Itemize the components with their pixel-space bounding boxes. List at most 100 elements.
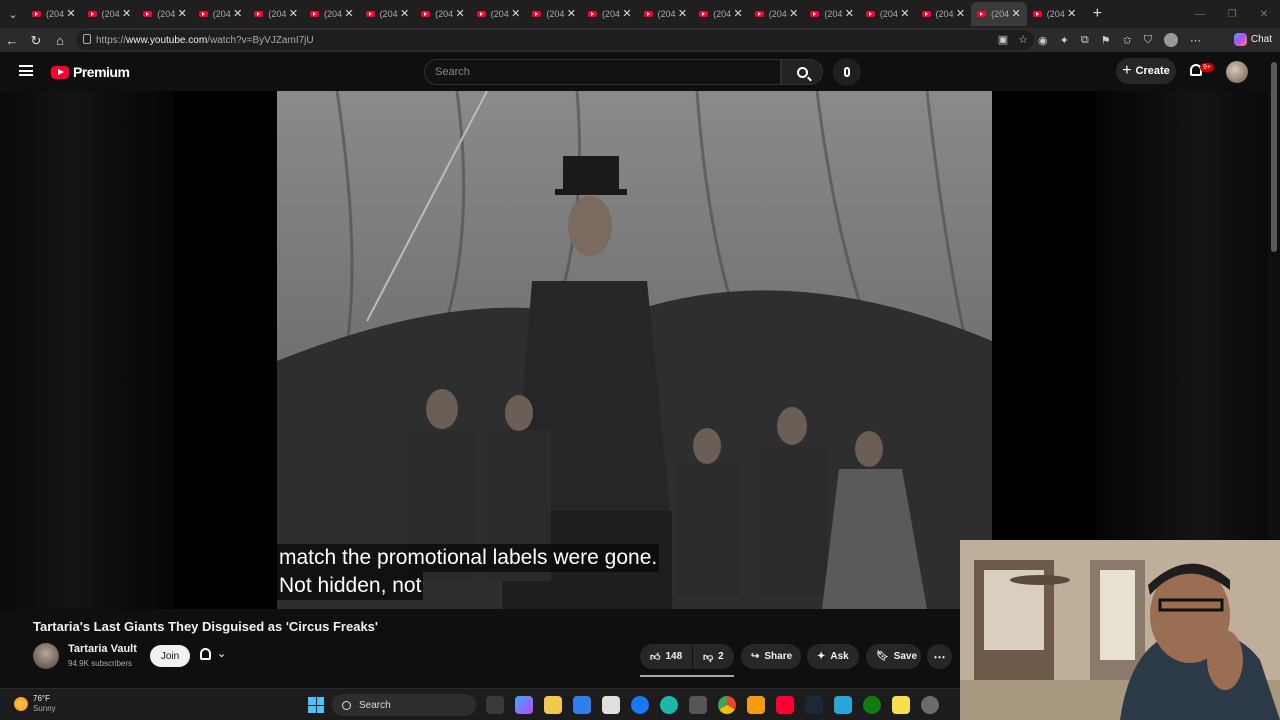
home-button[interactable]: ⌂ bbox=[48, 33, 72, 48]
close-tab-icon[interactable]: ✕ bbox=[122, 7, 131, 20]
caption-line-1: match the promotional labels were gone. bbox=[277, 544, 660, 572]
browser-tab[interactable]: (204 ✕ bbox=[860, 2, 916, 26]
close-tab-icon[interactable]: ✕ bbox=[734, 7, 743, 20]
close-tab-icon[interactable]: ✕ bbox=[1011, 7, 1020, 20]
url-field[interactable]: https://www.youtube.com/watch?v=ByVJZamI… bbox=[76, 30, 1034, 50]
close-tab-icon[interactable]: ✕ bbox=[178, 7, 187, 20]
browser-tab[interactable]: (204 ✕ bbox=[26, 2, 82, 26]
browser-tab[interactable]: (204 ✕ bbox=[248, 2, 304, 26]
browser-tab[interactable]: (204 ✕ bbox=[471, 2, 527, 26]
browser-tab[interactable]: (204 ✕ bbox=[82, 2, 138, 26]
back-button[interactable]: ← bbox=[0, 33, 24, 48]
browser-tab[interactable]: (204 ✕ bbox=[804, 2, 860, 26]
pin-icon[interactable]: ✦ bbox=[1060, 34, 1069, 47]
video-frame[interactable] bbox=[277, 91, 992, 609]
channel-name[interactable]: Tartaria Vault bbox=[68, 643, 137, 655]
split-screen-icon[interactable]: ▣ bbox=[998, 33, 1008, 46]
maximize-button[interactable]: ❐ bbox=[1216, 9, 1248, 20]
calculator-icon[interactable] bbox=[689, 696, 707, 714]
dislike-button[interactable]: 👎︎ 2 bbox=[693, 644, 734, 669]
close-tab-icon[interactable]: ✕ bbox=[567, 7, 576, 20]
extension-icon[interactable]: ◉ bbox=[1038, 34, 1048, 47]
close-tab-icon[interactable]: ✕ bbox=[233, 7, 242, 20]
youtube-favicon-icon bbox=[810, 11, 820, 17]
xbox-icon[interactable] bbox=[863, 696, 881, 714]
browser-tab[interactable]: (204 ✕ bbox=[415, 2, 471, 26]
browser-tab[interactable]: (204 ✕ bbox=[749, 2, 805, 26]
ask-button[interactable]: ✦ Ask bbox=[807, 644, 859, 669]
task-view-icon[interactable] bbox=[486, 696, 504, 714]
browser-tab[interactable]: (204 ✕ bbox=[916, 2, 972, 26]
youtube-logo[interactable]: Premium bbox=[51, 64, 130, 80]
more-actions-button[interactable]: ⋯ bbox=[927, 644, 952, 669]
browser-tab[interactable]: (204 ✕ bbox=[971, 2, 1027, 26]
windows-start-icon[interactable] bbox=[308, 697, 324, 713]
browser-tab[interactable]: (204 ✕ bbox=[193, 2, 249, 26]
youtube-app-icon[interactable] bbox=[776, 696, 794, 714]
taskbar-search[interactable]: Search bbox=[332, 694, 476, 716]
close-tab-icon[interactable]: ✕ bbox=[400, 7, 409, 20]
browser-tab[interactable]: (204 ✕ bbox=[693, 2, 749, 26]
favorites-icon[interactable]: ✩ bbox=[1123, 34, 1132, 47]
reload-button[interactable]: ↻ bbox=[24, 33, 48, 49]
join-button[interactable]: Join bbox=[150, 645, 190, 667]
edge-icon[interactable] bbox=[660, 696, 678, 714]
scrollbar-thumb[interactable] bbox=[1271, 62, 1277, 252]
profile-avatar[interactable] bbox=[1164, 33, 1179, 47]
close-tab-icon[interactable]: ✕ bbox=[66, 7, 75, 20]
browser-tab[interactable]: (204 ✕ bbox=[360, 2, 416, 26]
browser-tab[interactable]: (204 ✕ bbox=[1027, 2, 1083, 26]
close-tab-icon[interactable]: ✕ bbox=[956, 7, 965, 20]
close-tab-icon[interactable]: ✕ bbox=[622, 7, 631, 20]
menu-icon[interactable] bbox=[19, 65, 33, 76]
close-tab-icon[interactable]: ✕ bbox=[678, 7, 687, 20]
sticky-notes-icon[interactable] bbox=[892, 696, 910, 714]
facebook-icon[interactable] bbox=[631, 696, 649, 714]
search-button[interactable] bbox=[781, 59, 823, 85]
create-button[interactable]: + Create bbox=[1116, 58, 1176, 84]
chrome-icon[interactable] bbox=[718, 696, 736, 714]
weather-widget[interactable]: 76°F Sunny bbox=[14, 694, 56, 714]
plus-icon: + bbox=[1122, 62, 1132, 79]
browser-tab[interactable]: (204 ✕ bbox=[638, 2, 694, 26]
tab-list-chevron-icon[interactable]: ⌄ bbox=[0, 0, 26, 28]
copilot-chat-button[interactable]: Chat bbox=[1233, 33, 1272, 46]
settings-gear-icon[interactable] bbox=[921, 696, 939, 714]
steam-icon[interactable] bbox=[805, 696, 823, 714]
close-tab-icon[interactable]: ✕ bbox=[845, 7, 854, 20]
share-button[interactable]: ↪ Share bbox=[741, 644, 801, 669]
vlc-icon[interactable] bbox=[747, 696, 765, 714]
puzzle-icon[interactable]: ⧉ bbox=[1081, 34, 1089, 47]
store-icon[interactable] bbox=[573, 696, 591, 714]
account-avatar[interactable] bbox=[1226, 61, 1248, 83]
close-tab-icon[interactable]: ✕ bbox=[900, 7, 909, 20]
subscription-bell-button[interactable]: ⌄ bbox=[200, 647, 226, 660]
search-input[interactable]: Search bbox=[424, 59, 781, 85]
more-options-icon[interactable]: ⋯ bbox=[1190, 34, 1201, 47]
minimize-button[interactable]: — bbox=[1184, 9, 1216, 20]
voice-search-button[interactable] bbox=[833, 58, 861, 86]
browser-tab[interactable]: (204 ✕ bbox=[304, 2, 360, 26]
close-tab-icon[interactable]: ✕ bbox=[456, 7, 465, 20]
browser-tab[interactable]: (204 ✕ bbox=[137, 2, 193, 26]
browser-tab[interactable]: (204 ✕ bbox=[526, 2, 582, 26]
video-player[interactable]: match the promotional labels were gone. … bbox=[174, 91, 1096, 609]
close-tab-icon[interactable]: ✕ bbox=[1067, 7, 1076, 20]
favorite-star-icon[interactable]: ☆ bbox=[1018, 33, 1028, 46]
close-tab-icon[interactable]: ✕ bbox=[511, 7, 520, 20]
collections-icon[interactable]: ⚑ bbox=[1101, 34, 1111, 47]
close-tab-icon[interactable]: ✕ bbox=[344, 7, 353, 20]
channel-avatar[interactable] bbox=[33, 643, 59, 669]
like-button[interactable]: 👍︎ 148 bbox=[640, 644, 692, 669]
new-tab-button[interactable]: + bbox=[1082, 5, 1112, 23]
app-icon[interactable] bbox=[834, 696, 852, 714]
copilot-app-icon[interactable] bbox=[515, 696, 533, 714]
shield-icon[interactable]: ⛉ bbox=[1144, 34, 1152, 47]
close-window-button[interactable]: ✕ bbox=[1248, 9, 1280, 20]
close-tab-icon[interactable]: ✕ bbox=[789, 7, 798, 20]
close-tab-icon[interactable]: ✕ bbox=[289, 7, 298, 20]
file-explorer-icon[interactable] bbox=[544, 696, 562, 714]
save-button[interactable]: 🔖︎ Save bbox=[866, 644, 921, 669]
amazon-icon[interactable] bbox=[602, 696, 620, 714]
browser-tab[interactable]: (204 ✕ bbox=[582, 2, 638, 26]
